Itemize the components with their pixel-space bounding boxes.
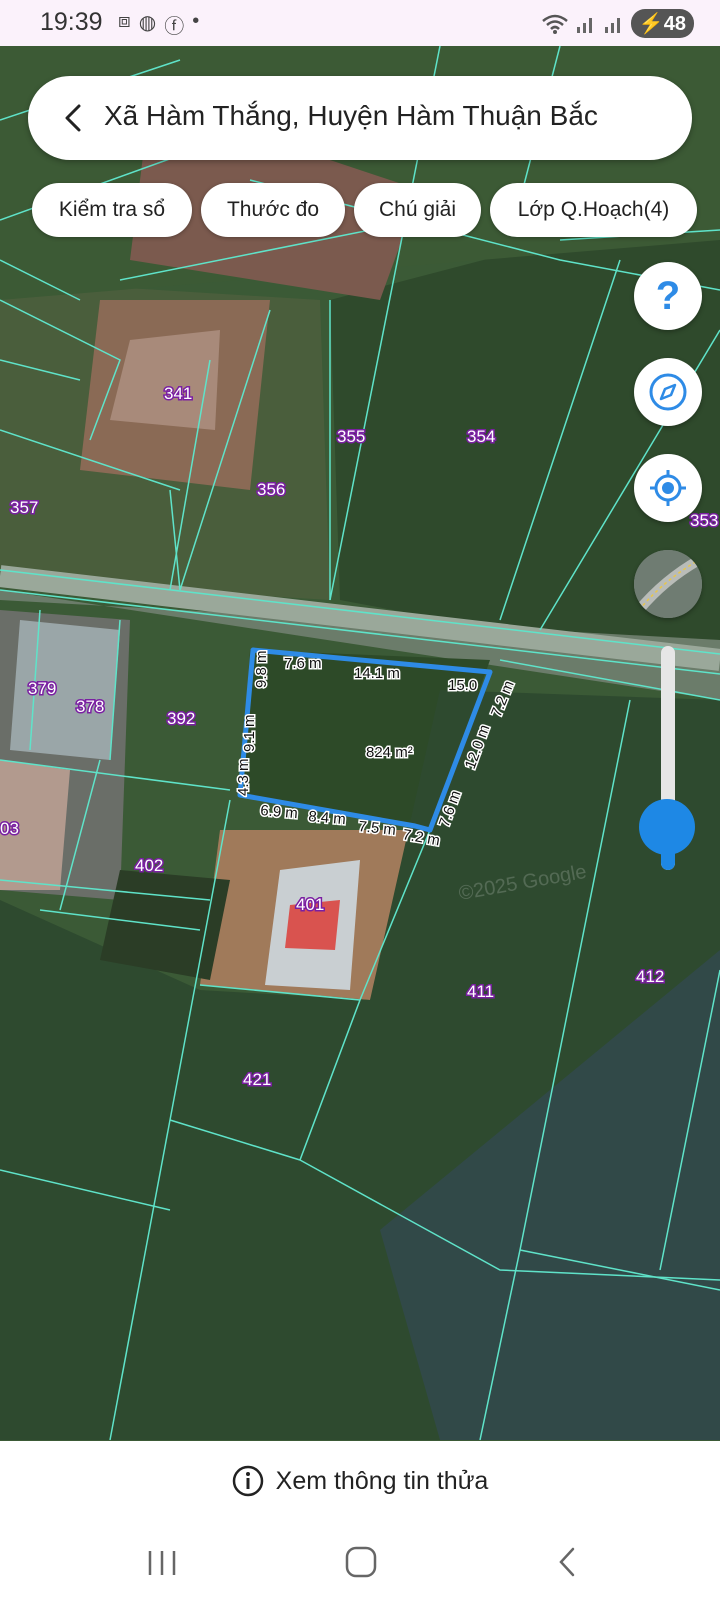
facebook-icon: ⓕ [164, 16, 185, 38]
parcel-label: 392 [167, 709, 195, 728]
area-label: 824 m² [366, 744, 413, 761]
check-book-chip[interactable]: Kiểm tra sổ [32, 183, 192, 237]
parcel-label: 341 [164, 384, 192, 403]
parcel-label: 353 [690, 511, 718, 530]
measurement-label: 9.8 m [253, 650, 270, 688]
measurement-label: 7.6 m [284, 655, 322, 672]
layer-slider-handle[interactable] [639, 799, 695, 855]
back-nav-icon[interactable] [552, 1546, 584, 1578]
battery-indicator: ⚡48 [630, 9, 694, 38]
signal-icon [604, 17, 620, 33]
parcel-label: 412 [636, 967, 664, 986]
parcel-label: 379 [28, 679, 56, 698]
info-icon [232, 1465, 263, 1497]
compass-button[interactable] [634, 358, 702, 426]
recent-apps-icon[interactable] [146, 1547, 178, 1579]
parcel-label: 411 [467, 982, 494, 1001]
measurement-label: 14.1 m [354, 665, 400, 682]
battery-level: 48 [663, 13, 686, 35]
status-icons: ⧈ ◍ ⓕ • [118, 10, 199, 39]
status-bar: 19:39 ⧈ ◍ ⓕ • ⚡48 [0, 0, 720, 46]
parcel-label: 421 [243, 1070, 271, 1089]
locate-icon [650, 470, 686, 506]
system-nav-bar [0, 1521, 720, 1605]
satellite-map[interactable]: ©2025 Google 341 355 354 356 357 353 379… [0, 46, 720, 1441]
map-layer-button[interactable] [634, 550, 702, 618]
map-layer-thumbnail [634, 550, 702, 618]
screenshot-icon: ⧈ [118, 10, 131, 32]
map-view[interactable]: ©2025 Google 341 355 354 356 357 353 379… [0, 46, 720, 1441]
location-title[interactable]: Xã Hàm Thắng, Huyện Hàm Thuận Bắc [104, 100, 598, 132]
status-right: ⚡48 [541, 9, 694, 38]
dot-icon: • [192, 10, 200, 32]
measurement-label: 4.3 m [235, 758, 252, 796]
wifi-icon [542, 14, 568, 34]
legend-chip[interactable]: Chú giải [354, 183, 481, 237]
help-icon: ? [655, 273, 681, 318]
parcel-label: 03 [0, 819, 19, 838]
parcel-label: 401 [296, 895, 324, 914]
planning-layer-chip[interactable]: Lớp Q.Hoạch(4) [490, 183, 697, 237]
parcel-label: 378 [76, 697, 104, 716]
measurement-label: 8.4 m [308, 808, 347, 828]
parcel-label: 357 [10, 498, 38, 517]
parcel-info-label[interactable]: Xem thông tin thửa [276, 1467, 489, 1496]
signal-icon [576, 17, 592, 33]
measurement-label: 15.0 [448, 677, 477, 694]
globe-icon: ◍ [138, 12, 157, 34]
parcel-label: 355 [337, 427, 365, 446]
parcel-label: 356 [257, 480, 285, 499]
location-search-bar[interactable]: Xã Hàm Thắng, Huyện Hàm Thuận Bắc [28, 76, 692, 160]
measurement-label: 9.1 m [241, 714, 258, 752]
measurement-label: 6.9 m [260, 802, 299, 822]
help-button[interactable]: ? [634, 262, 702, 330]
parcel-info-bar[interactable]: Xem thông tin thửa [0, 1441, 720, 1521]
compass-icon [649, 373, 687, 411]
parcel-label: 354 [467, 427, 495, 446]
locate-me-button[interactable] [634, 454, 702, 522]
back-arrow-icon[interactable] [54, 98, 94, 138]
home-icon[interactable] [344, 1545, 378, 1579]
parcel-label: 402 [135, 856, 163, 875]
status-time: 19:39 [40, 8, 103, 36]
measure-chip[interactable]: Thước đo [201, 183, 345, 237]
